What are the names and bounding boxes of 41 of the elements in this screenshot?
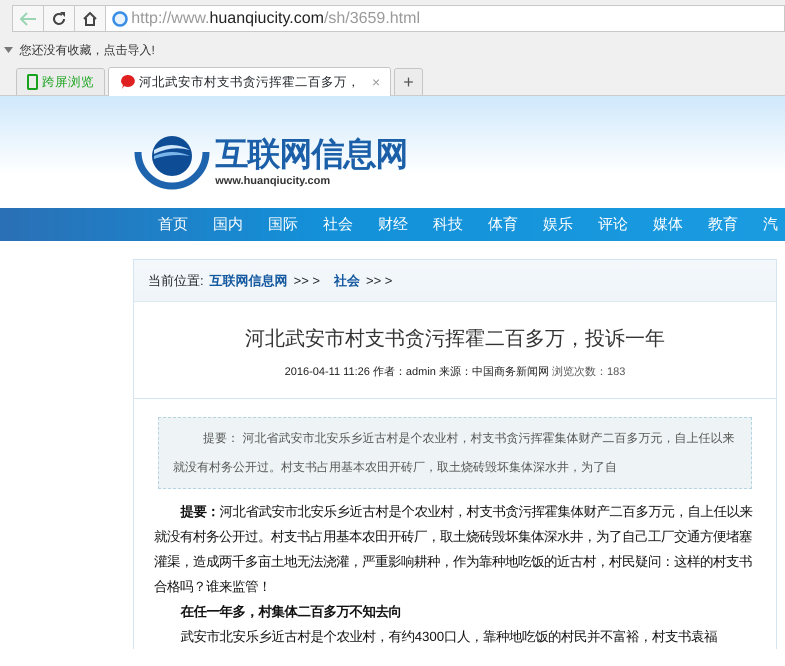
browser-tab[interactable]: 河北武安市村支书贪污挥霍二百多万， × <box>108 67 392 96</box>
article-paragraph: 武安市北安乐乡近古村是个农业村，有约4300口人，靠种地吃饭的村民并不富裕，村支书袁福 <box>180 628 718 646</box>
nav-link[interactable]: 汽 <box>750 208 785 241</box>
nav-link[interactable]: 娱乐 <box>530 208 586 241</box>
section-heading: 在任一年多，村集体二百多万不知去向 <box>179 602 403 620</box>
nav-link[interactable]: 教育 <box>696 208 750 241</box>
nav-link[interactable]: 首页 <box>146 208 200 241</box>
reload-icon <box>51 10 67 26</box>
breadcrumb-separator: >> > <box>366 272 392 290</box>
new-tab-button[interactable]: + <box>394 68 423 95</box>
nav-link[interactable]: 财经 <box>366 208 420 241</box>
article-paragraph: 提要：河北省武安市北安乐乡近古村是个农业村，村支书贪污挥霍集体财产二百多万元，自上任以来就没有村务公开过。村支书占用基本农田开砖厂，取土烧砖毁坏集体深水井，为了自己工厂交通方便堵塞灌渠，造成两千多亩土地无法浇灌，严重影响耕种，作为靠种地吃饭的近古村，村民疑问：这样的村支书合格吗？谁来监管！ <box>154 502 754 596</box>
address-field[interactable]: http://www.huanqiucity.com/sh/3659.html <box>105 5 785 32</box>
home-icon <box>82 10 98 26</box>
site-domain: www.huanqiucity.com <box>215 174 332 189</box>
breadcrumb-link[interactable]: 社会 <box>334 270 360 290</box>
globe-icon <box>112 10 128 26</box>
browser-tab[interactable]: 跨屏浏览 <box>16 68 105 95</box>
home-button[interactable] <box>74 5 106 32</box>
bookmarks-hint[interactable]: 您还没有收藏，点击导入! <box>20 41 155 59</box>
view-count: 浏览次数：183 <box>552 366 626 378</box>
nav-link[interactable]: 体育 <box>476 208 530 241</box>
breadcrumb-link[interactable]: 互联网信息网 <box>210 270 288 290</box>
nav-link[interactable]: 媒体 <box>640 208 696 241</box>
site-name: 互联网信息网 <box>215 136 408 170</box>
nav-link[interactable]: 国际 <box>256 208 310 241</box>
back-arrow-icon <box>19 12 37 26</box>
summary-box: 提要： 河北省武安市北安乐乡近古村是个农业村，村支书贪污挥霍集体财产二百多万元，自上任以来就没有村务公开过。村支书占用基本农田开砖厂，取土烧砖毁坏集体深水井，为了自 <box>158 416 752 488</box>
breadcrumb-separator: >> > <box>294 272 320 290</box>
close-tab-button[interactable]: × <box>372 72 380 92</box>
breadcrumb-label: 当前位置: <box>148 272 204 290</box>
site-icon <box>119 74 135 90</box>
nav-link[interactable]: 社会 <box>310 208 366 241</box>
phone-icon <box>27 74 38 90</box>
nav-link[interactable]: 评论 <box>586 208 640 241</box>
article-meta: 2016-04-11 11:26 作者：admin 来源：中国商务新闻网 <box>284 366 549 378</box>
article-title: 河北武安市村支书贪污挥霍二百多万，投诉一年 <box>244 327 666 352</box>
nav-link[interactable]: 科技 <box>420 208 476 241</box>
nav-link[interactable]: 国内 <box>200 208 256 241</box>
dropdown-icon[interactable] <box>4 47 13 53</box>
reload-button[interactable] <box>43 5 75 32</box>
